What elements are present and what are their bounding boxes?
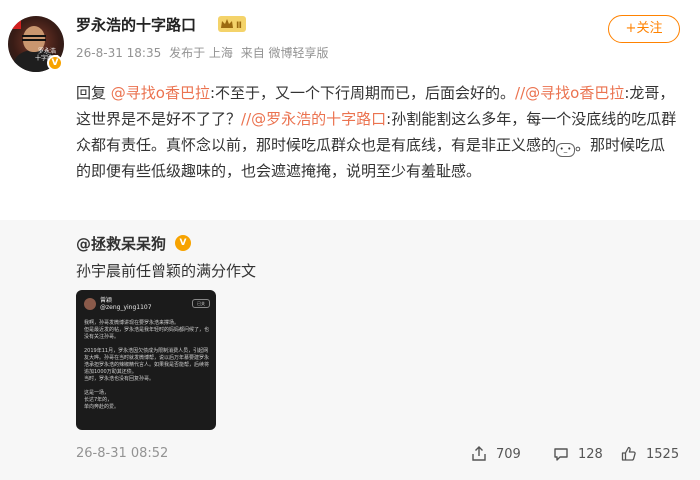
repost-time[interactable]: 26-8-31 08:52 bbox=[76, 446, 168, 461]
verified-badge-icon: V bbox=[47, 55, 63, 71]
thumbnail-username: 曾颖 @zeng_ying1107 bbox=[100, 297, 152, 311]
avatar-glasses-shape bbox=[22, 35, 46, 41]
repost-count: 709 bbox=[496, 446, 521, 462]
member-crown-icon[interactable]: Ⅱ bbox=[218, 16, 246, 32]
post-source: 来自 微博轻享版 bbox=[240, 46, 329, 60]
comment-count: 128 bbox=[578, 446, 603, 462]
repost-separator: // bbox=[515, 84, 526, 102]
comment-icon bbox=[554, 448, 568, 461]
repost-image-thumbnail[interactable]: 曾颖 @zeng_ying1107 已关 我啊，孙哥发微博讲现在要罗永浩来撑场。… bbox=[76, 290, 216, 430]
like-action-button[interactable]: 1525 bbox=[620, 444, 679, 464]
thumbnail-text: 我啊，孙哥发微博讲现在要罗永浩来撑场。 但是最近发的帖，罗永浩是我年轻时的妈妈都… bbox=[84, 320, 210, 410]
mention-link[interactable]: @罗永浩的十字路口 bbox=[251, 110, 386, 128]
post-text: :不至于，又一个下行周期而已，后面会好的。 bbox=[209, 84, 516, 102]
repost-text: 孙宇晨前任曾颖的满分作文 bbox=[76, 262, 257, 280]
post-meta: 26-8-31 18:35 发布于 上海 来自 微博轻享版 bbox=[76, 44, 333, 61]
username-link[interactable]: 罗永浩的十字路口 bbox=[76, 14, 196, 35]
repost-action-button[interactable]: 709 bbox=[470, 444, 521, 464]
thumbnail-avatar bbox=[84, 298, 96, 310]
avatar-red-tag bbox=[12, 20, 21, 29]
repost-verified-badge-icon: V bbox=[175, 235, 191, 251]
member-level-label: Ⅱ bbox=[236, 21, 242, 31]
thumbnail-follow-button: 已关 bbox=[192, 299, 210, 308]
comment-action-button[interactable]: 128 bbox=[552, 444, 603, 464]
follow-button[interactable]: +关注 bbox=[608, 15, 680, 43]
post-time[interactable]: 26-8-31 18:35 bbox=[76, 46, 161, 60]
post-location: 发布于 上海 bbox=[169, 46, 233, 60]
repost-separator: // bbox=[241, 110, 252, 128]
like-count: 1525 bbox=[646, 446, 680, 462]
post-header: 罗永浩 十字路口 V 罗永浩的十字路口 Ⅱ 26-8-31 18:35 发布于 … bbox=[0, 0, 700, 78]
repost-card: @拯救呆呆狗 V 孙宇晨前任曾颖的满分作文 曾颖 @zeng_ying1107 … bbox=[0, 220, 700, 480]
thumbs-up-icon bbox=[621, 446, 636, 461]
mention-link[interactable]: @寻找o香巴拉 bbox=[525, 84, 624, 102]
repost-username-link[interactable]: @拯救呆呆狗 bbox=[76, 233, 166, 254]
emoji-icon: •_• bbox=[556, 143, 576, 157]
mention-link[interactable]: @寻找o香巴拉 bbox=[111, 84, 210, 102]
post-body: 回复 @寻找o香巴拉:不至于，又一个下行周期而已，后面会好的。//@寻找o香巴拉… bbox=[76, 80, 680, 184]
reply-prefix: 回复 bbox=[76, 84, 111, 102]
share-icon bbox=[472, 446, 486, 461]
